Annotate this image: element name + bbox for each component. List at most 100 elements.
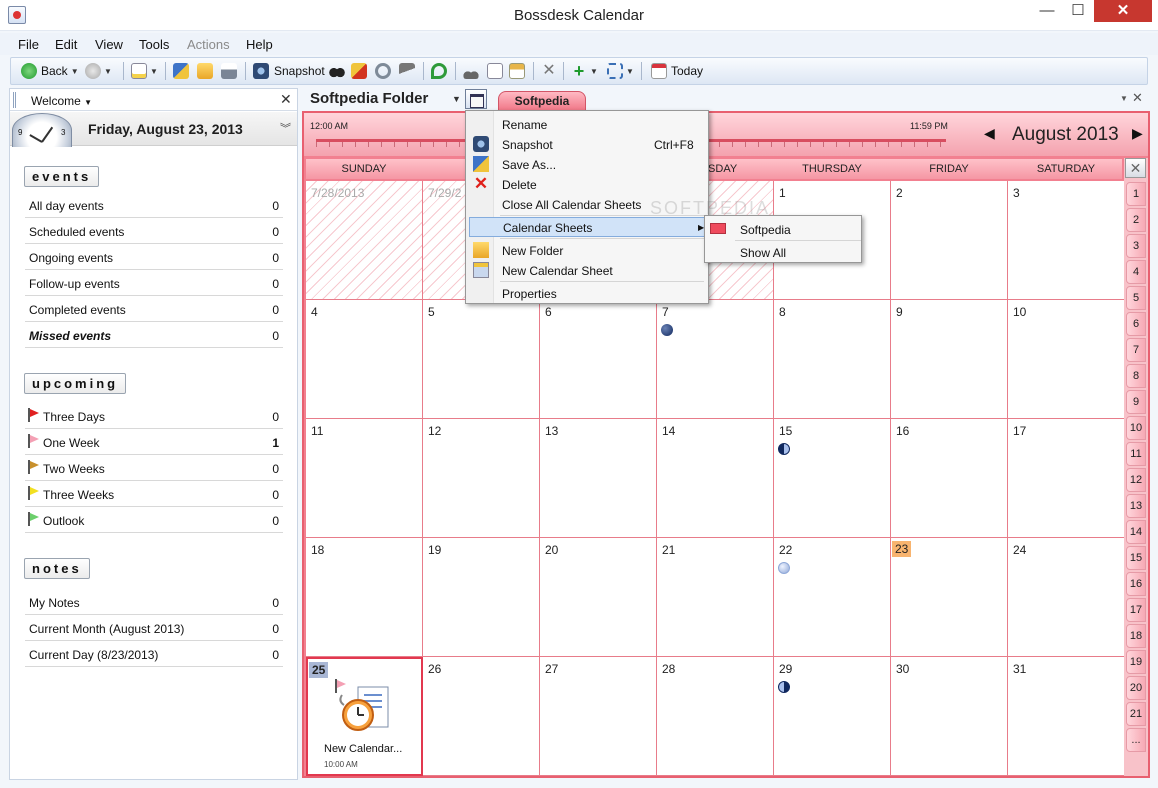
print-button[interactable] [221, 62, 237, 80]
menu-view[interactable]: View [95, 37, 123, 52]
day-cell[interactable]: 29 [774, 657, 891, 776]
week-number-tab[interactable]: 11 [1126, 442, 1146, 466]
week-number-tab[interactable]: 6 [1126, 312, 1146, 336]
flag-button[interactable] [399, 62, 415, 80]
event-clock-icon[interactable] [336, 685, 396, 735]
week-number-tab[interactable]: 9 [1126, 390, 1146, 414]
chevron-down-icon[interactable]: ▼ [452, 94, 461, 104]
submenu-item-show-all[interactable]: Show All [740, 246, 786, 260]
day-cell[interactable]: 14 [657, 419, 774, 538]
day-cell[interactable]: 22 [774, 538, 891, 657]
day-cell[interactable]: 12 [423, 419, 540, 538]
day-cell[interactable]: 30 [891, 657, 1008, 776]
list-item[interactable]: One Week 1 [25, 429, 283, 455]
week-number-tab[interactable]: 14 [1126, 520, 1146, 544]
today-button[interactable]: Today [651, 62, 703, 80]
prev-month-icon[interactable]: ◀ [984, 125, 995, 142]
collapse-chevron-icon[interactable]: ︾ [280, 120, 291, 136]
list-item[interactable]: All day events 0 [25, 192, 283, 218]
tab-softpedia[interactable]: Softpedia [498, 91, 586, 111]
day-cell[interactable]: 18 [306, 538, 423, 657]
menu-item-new-calendar-sheet[interactable]: New Calendar Sheet [469, 260, 705, 280]
next-month-icon[interactable]: ▶ [1132, 125, 1143, 142]
list-item[interactable]: Current Month (August 2013) 0 [25, 615, 283, 641]
day-cell[interactable]: 6 [540, 300, 657, 419]
week-number-tab[interactable]: 13 [1126, 494, 1146, 518]
menu-item-rename[interactable]: Rename [469, 114, 705, 134]
week-number-tab[interactable]: 1 [1126, 182, 1146, 206]
day-cell[interactable]: 4 [306, 300, 423, 419]
list-item[interactable]: Missed events 0 [25, 322, 283, 348]
menu-file[interactable]: File [18, 37, 39, 52]
refresh-button[interactable] [375, 62, 391, 80]
menu-item-new-folder[interactable]: New Folder [469, 240, 705, 260]
week-number-tab[interactable]: 15 [1126, 546, 1146, 570]
menu-item-calendar-sheets[interactable]: Calendar Sheets ▶ [469, 217, 705, 237]
week-number-tab[interactable]: 20 [1126, 676, 1146, 700]
day-cell[interactable]: 27 [540, 657, 657, 776]
week-number-tab[interactable]: 7 [1126, 338, 1146, 362]
list-item[interactable]: My Notes 0 [25, 589, 283, 615]
delete-button[interactable]: ✕ [541, 62, 557, 80]
day-cell[interactable]: 11 [306, 419, 423, 538]
calendar-menu-icon[interactable] [465, 89, 487, 109]
add-button[interactable]: + ▼ [571, 62, 598, 80]
day-cell[interactable]: 23 [891, 538, 1008, 657]
week-number-tab[interactable]: 3 [1126, 234, 1146, 258]
list-item[interactable]: Three Days 0 [25, 403, 283, 429]
week-number-tab[interactable]: 18 [1126, 624, 1146, 648]
menu-help[interactable]: Help [246, 37, 273, 52]
day-cell[interactable]: 26 [423, 657, 540, 776]
week-number-tab[interactable]: 21 [1126, 702, 1146, 726]
close-icon[interactable]: ✕ [280, 91, 292, 108]
week-number-tab[interactable]: 5 [1126, 286, 1146, 310]
day-cell[interactable]: 31 [1008, 657, 1125, 776]
menu-item-save-as[interactable]: Save As... [469, 154, 705, 174]
list-item[interactable]: Ongoing events 0 [25, 244, 283, 270]
chart-button[interactable] [351, 62, 367, 80]
day-cell[interactable]: 7/28/2013 [306, 181, 423, 300]
list-item[interactable]: Three Weeks 0 [25, 481, 283, 507]
week-number-tab[interactable]: ... [1126, 728, 1146, 752]
day-cell[interactable]: 19 [423, 538, 540, 657]
event-title[interactable]: New Calendar... [324, 743, 402, 755]
panel-grip[interactable] [13, 92, 16, 108]
cut-button[interactable] [463, 62, 479, 80]
week-number-tab[interactable]: 4 [1126, 260, 1146, 284]
list-item[interactable]: Follow-up events 0 [25, 270, 283, 296]
new-button[interactable]: ▼ [131, 62, 158, 80]
day-cell[interactable]: 9 [891, 300, 1008, 419]
day-cell[interactable]: 3 [1008, 181, 1125, 300]
folder-title[interactable]: Softpedia Folder [310, 90, 428, 107]
menu-tools[interactable]: Tools [139, 37, 169, 52]
week-number-tab[interactable]: 16 [1126, 572, 1146, 596]
day-cell[interactable]: 28 [657, 657, 774, 776]
menu-actions[interactable]: Actions [187, 37, 230, 52]
open-button[interactable] [197, 62, 213, 80]
day-cell[interactable]: 8 [774, 300, 891, 419]
day-cell[interactable]: 15 [774, 419, 891, 538]
close-button[interactable]: ✕ [1094, 0, 1152, 22]
find-button[interactable] [329, 62, 345, 80]
week-number-tab[interactable]: 17 [1126, 598, 1146, 622]
day-cell[interactable]: 21 [657, 538, 774, 657]
menu-item-properties[interactable]: Properties [469, 283, 705, 303]
list-item[interactable]: Two Weeks 0 [25, 455, 283, 481]
minimize-button[interactable]: — [1034, 0, 1060, 22]
week-number-tab[interactable]: 8 [1126, 364, 1146, 388]
list-item[interactable]: Outlook 0 [25, 507, 283, 533]
chevron-down-icon[interactable]: ▼ [1120, 94, 1128, 103]
day-cell[interactable]: 25 New Calendar... 10:00 AM [306, 657, 423, 776]
undo-button[interactable] [431, 62, 447, 80]
day-cell[interactable]: 13 [540, 419, 657, 538]
list-item[interactable]: Current Day (8/23/2013) 0 [25, 641, 283, 667]
menu-item-snapshot[interactable]: Snapshot Ctrl+F8 [469, 134, 705, 154]
close-icon[interactable]: ✕ [1132, 90, 1143, 106]
snapshot-button[interactable]: Snapshot [253, 62, 325, 80]
menu-edit[interactable]: Edit [55, 37, 77, 52]
close-icon[interactable]: ✕ [1125, 158, 1146, 178]
menu-item-delete[interactable]: ✕ Delete [469, 174, 705, 194]
week-number-tab[interactable]: 12 [1126, 468, 1146, 492]
list-item[interactable]: Scheduled events 0 [25, 218, 283, 244]
day-cell[interactable]: 17 [1008, 419, 1125, 538]
